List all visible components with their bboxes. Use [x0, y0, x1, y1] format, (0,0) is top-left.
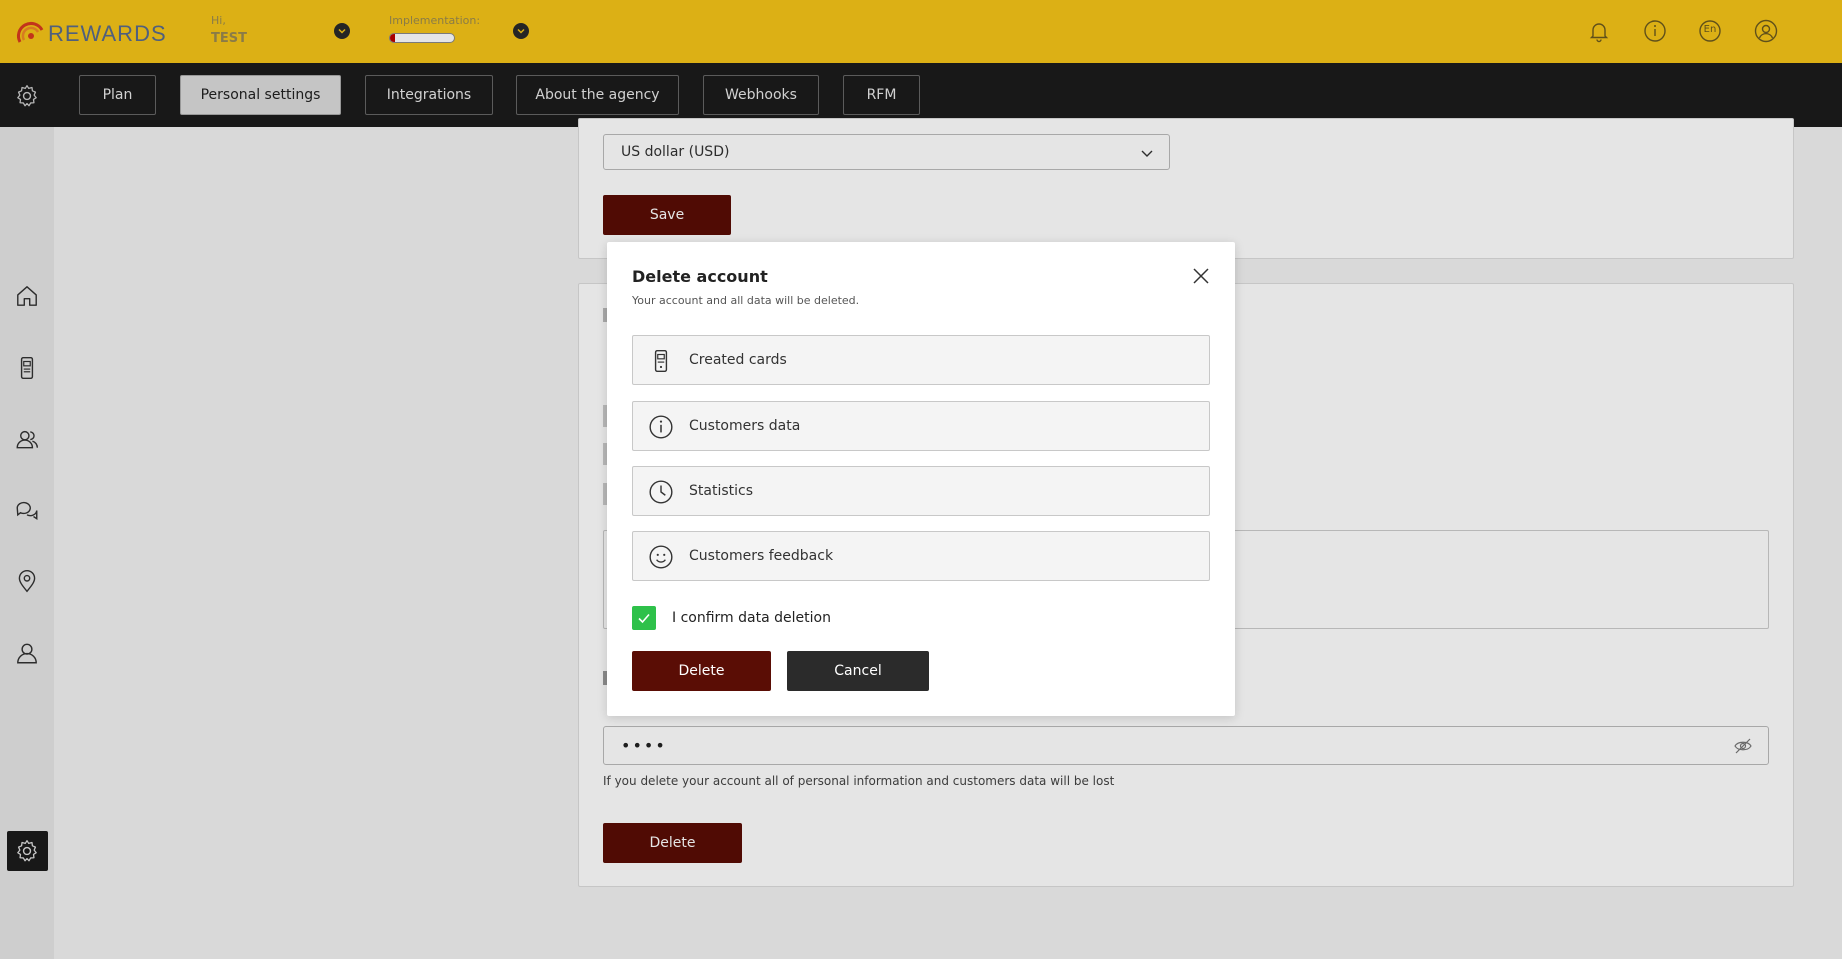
modal-subtitle: Your account and all data will be delete… — [632, 294, 860, 307]
clock-icon — [648, 479, 674, 505]
checkmark-icon — [638, 613, 650, 624]
confirm-deletion-checkbox[interactable] — [632, 606, 656, 630]
list-item-statistics: Statistics — [632, 466, 1210, 516]
smiley-icon — [648, 544, 674, 570]
item-label: Created cards — [689, 352, 787, 368]
confirm-deletion-row: I confirm data deletion — [632, 606, 831, 630]
item-label: Customers data — [689, 418, 801, 434]
item-label: Customers feedback — [689, 548, 834, 564]
modal-title: Delete account — [632, 267, 768, 286]
modal-cancel-button[interactable]: Cancel — [787, 651, 929, 691]
modal-delete-button[interactable]: Delete — [632, 651, 771, 691]
delete-account-modal: Delete account Your account and all data… — [607, 242, 1235, 716]
item-label: Statistics — [689, 483, 753, 499]
close-icon[interactable] — [1191, 266, 1211, 286]
card-icon — [648, 348, 674, 374]
list-item-customers-feedback: Customers feedback — [632, 531, 1210, 581]
list-item-created-cards: Created cards — [632, 335, 1210, 385]
list-item-customers-data: Customers data — [632, 401, 1210, 451]
info-icon — [648, 414, 674, 440]
confirm-deletion-label: I confirm data deletion — [672, 610, 831, 626]
